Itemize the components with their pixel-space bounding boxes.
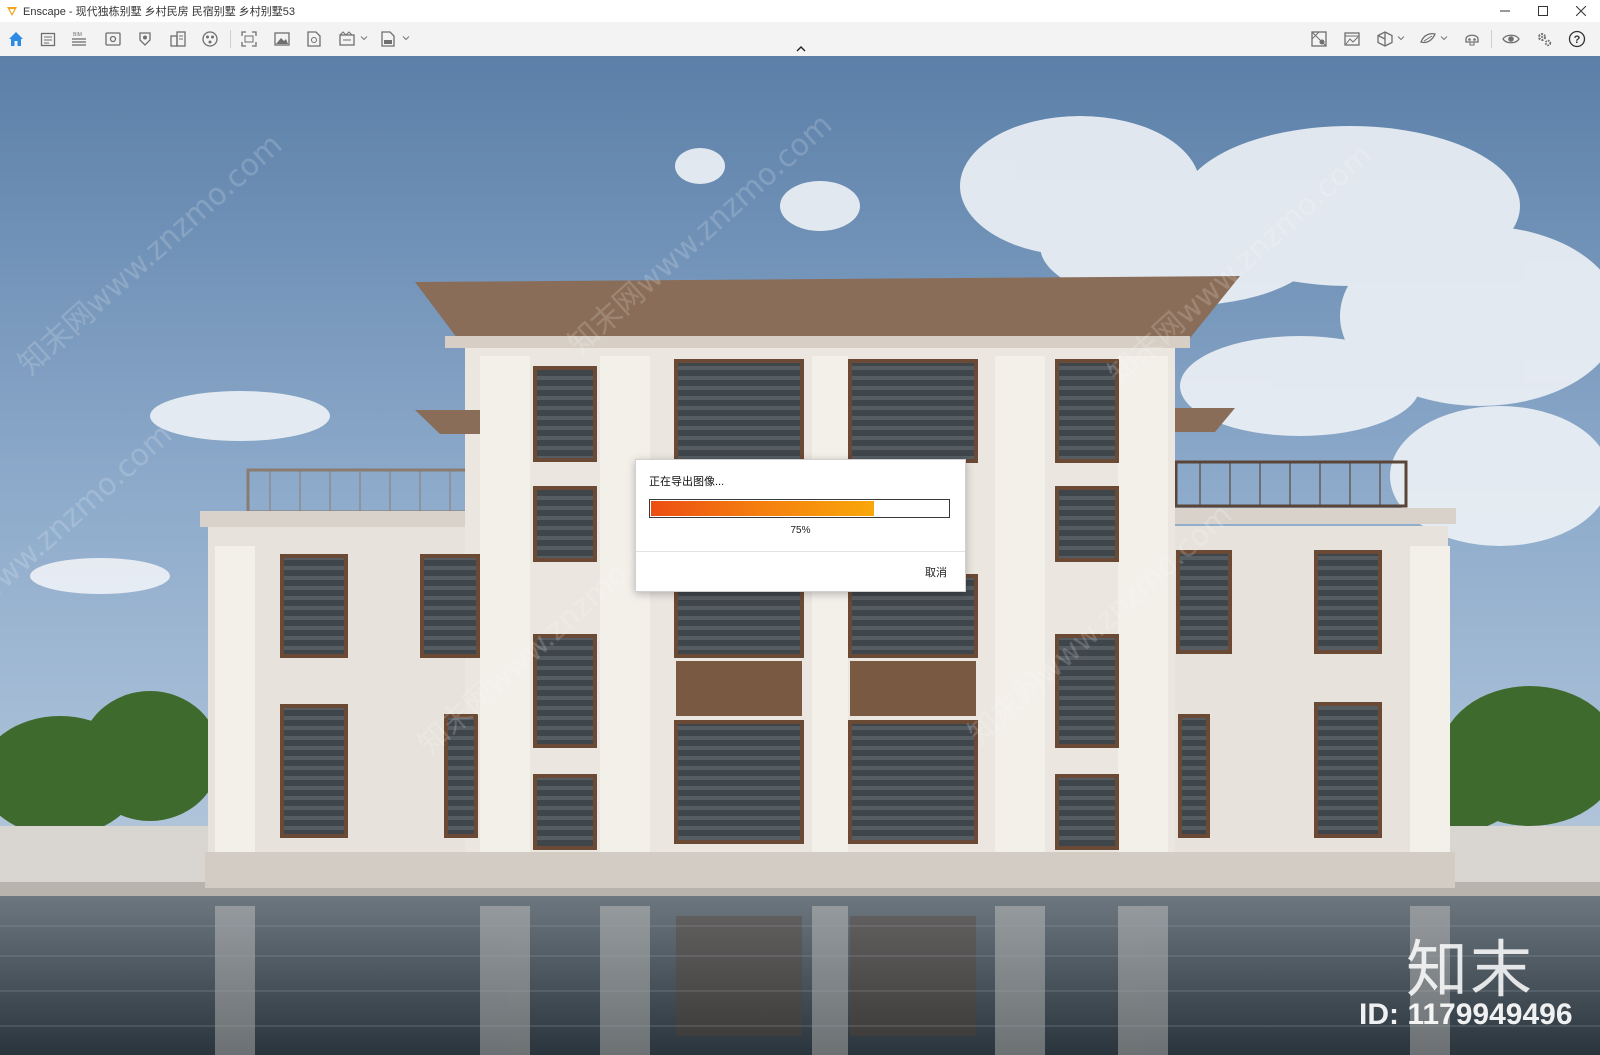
walk-mode-button[interactable] bbox=[135, 29, 155, 49]
material-icon bbox=[202, 31, 218, 47]
vr-headset-button[interactable] bbox=[1462, 29, 1482, 49]
image-export-button[interactable] bbox=[272, 29, 292, 49]
notes-icon bbox=[40, 32, 56, 47]
title-bar: Enscape - 现代独栋别墅 乡村民房 民宿别墅 乡村别墅53 bbox=[0, 0, 1600, 22]
help-icon: ? bbox=[1568, 30, 1586, 48]
panorama-button[interactable] bbox=[304, 29, 324, 49]
window-title: Enscape - 现代独栋别墅 乡村民房 民宿别墅 乡村别墅53 bbox=[23, 6, 295, 18]
cancel-button[interactable]: 取消 bbox=[925, 564, 947, 580]
batch-render-icon bbox=[1344, 32, 1360, 46]
exe-export-button[interactable] bbox=[378, 29, 398, 49]
svg-text:BIM: BIM bbox=[73, 32, 82, 38]
maximize-icon bbox=[1538, 6, 1548, 16]
collapse-toolbar-chevron-icon[interactable] bbox=[795, 44, 807, 54]
video-export-dropdown-icon[interactable] bbox=[360, 34, 368, 42]
bim-button[interactable]: BIM bbox=[69, 29, 89, 49]
screenshot-icon bbox=[241, 31, 257, 47]
close-icon bbox=[1576, 6, 1586, 16]
image-icon bbox=[274, 32, 290, 46]
views-button[interactable] bbox=[103, 29, 123, 49]
watermark-id-text: ID: 1179949496 bbox=[1359, 998, 1573, 1031]
maximize-button[interactable] bbox=[1524, 0, 1562, 22]
progress-bar bbox=[649, 499, 950, 518]
screenshot-button[interactable] bbox=[239, 29, 259, 49]
toolbar-separator bbox=[230, 30, 231, 48]
light-view-button[interactable] bbox=[1418, 29, 1438, 49]
minimize-icon bbox=[1500, 10, 1510, 12]
cube-view-dropdown-icon[interactable] bbox=[1397, 34, 1405, 42]
dialog-title: 正在导出图像... bbox=[649, 476, 725, 488]
material-editor-button[interactable] bbox=[200, 29, 220, 49]
light-view-icon bbox=[1420, 33, 1436, 44]
site-context-button[interactable] bbox=[1309, 29, 1329, 49]
vr-headset-icon bbox=[1465, 34, 1479, 46]
home-icon bbox=[9, 32, 23, 46]
asset-library-icon bbox=[170, 31, 186, 47]
svg-text:?: ? bbox=[1574, 34, 1581, 46]
video-export-button[interactable] bbox=[337, 29, 357, 49]
toolbar-separator bbox=[1491, 30, 1492, 48]
notes-button[interactable] bbox=[38, 29, 58, 49]
site-context-icon bbox=[1311, 31, 1327, 47]
batch-render-button[interactable] bbox=[1342, 29, 1362, 49]
window-controls bbox=[1486, 0, 1600, 22]
general-settings-button[interactable] bbox=[1534, 29, 1554, 49]
help-button[interactable]: ? bbox=[1567, 29, 1587, 49]
asset-library-button[interactable] bbox=[168, 29, 188, 49]
general-settings-icon bbox=[1538, 33, 1552, 47]
exe-export-dropdown-icon[interactable] bbox=[402, 34, 410, 42]
watermark-brand-logo: 知末 bbox=[1406, 933, 1535, 1006]
bim-icon: BIM bbox=[72, 32, 86, 46]
video-export-icon bbox=[339, 31, 355, 46]
cube-view-button[interactable] bbox=[1375, 29, 1395, 49]
minimize-button[interactable] bbox=[1486, 0, 1524, 22]
progress-bar-fill bbox=[651, 501, 874, 516]
export-progress-dialog: 正在导出图像... 75% 取消 bbox=[635, 459, 966, 592]
cube-view-icon bbox=[1377, 31, 1393, 47]
dialog-divider bbox=[636, 551, 965, 552]
walk-icon bbox=[139, 32, 151, 46]
visual-settings-icon bbox=[1502, 34, 1520, 44]
visual-settings-button[interactable] bbox=[1501, 29, 1521, 49]
exe-export-icon bbox=[381, 31, 395, 47]
enscape-logo-icon bbox=[7, 7, 17, 16]
home-button[interactable] bbox=[6, 29, 26, 49]
close-button[interactable] bbox=[1562, 0, 1600, 22]
light-view-dropdown-icon[interactable] bbox=[1440, 34, 1448, 42]
progress-percent-label: 75% bbox=[790, 525, 811, 536]
view-icon bbox=[105, 32, 121, 46]
panorama-icon bbox=[307, 31, 321, 47]
